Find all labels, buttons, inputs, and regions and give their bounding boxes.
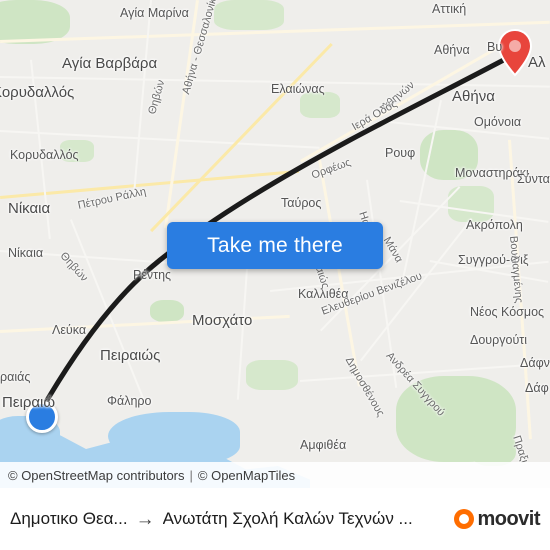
map-place-label: Ακρόπολη <box>466 218 523 232</box>
moovit-logo[interactable]: moovit <box>454 508 540 531</box>
destination-stop-label[interactable]: Ανωτάτη Σχολή Καλών Τεχνών ... <box>163 509 449 529</box>
map-place-label: Σύνταγ <box>517 172 550 186</box>
map-place-label: Νίκαια <box>8 246 44 260</box>
map-place-label: Ταύρος <box>281 196 322 210</box>
map-road-label: Θηβών <box>146 78 168 116</box>
map-place-label: Ελαιώνας <box>271 82 325 96</box>
map-place-label: Φάληρο <box>107 394 152 408</box>
attribution-bar: © OpenStreetMap contributors | © OpenMap… <box>0 462 550 488</box>
road-line <box>0 130 320 149</box>
map-place-label: Πειραιώ <box>2 394 56 411</box>
map-road-label: Βουλιαγμένης <box>507 235 525 304</box>
map-place-label: Βυ <box>487 40 503 54</box>
map-place-label: Δάφ <box>525 381 549 395</box>
park-area <box>214 0 284 30</box>
map-place-label: Ρέντης <box>133 268 172 282</box>
moovit-dot-icon <box>454 509 475 529</box>
bottom-bar: Δημοτικο Θεα... → Ανωτάτη Σχολή Καλών Τε… <box>0 488 550 550</box>
map-road-label: Πραξι <box>510 434 531 465</box>
map-place-label: Ομόνοια <box>474 115 522 129</box>
openmaptiles-attribution-link[interactable]: © OpenMapTiles <box>198 468 295 483</box>
map-road-label: Ιερά Οδός <box>350 97 400 134</box>
map-place-label: Λεύκα <box>52 323 87 337</box>
map-place-label: Αθήνα <box>452 88 495 105</box>
map-place-label: Αλ <box>528 54 546 71</box>
osm-attribution-link[interactable]: © OpenStreetMap contributors <box>8 468 185 483</box>
map-road-label: Δημοσθένους <box>342 355 387 419</box>
map-place-label: Νέος Κόσμος <box>470 305 545 319</box>
origin-stop-label[interactable]: Δημοτικο Θεα... <box>10 509 128 529</box>
map-place-label: Νίκαια <box>8 200 51 217</box>
take-me-there-button[interactable]: Take me there <box>167 222 383 269</box>
map-place-label: Αθήνα <box>434 43 470 57</box>
map-place-label: ραιάς <box>0 370 31 384</box>
map-road-label: Μάνα <box>380 235 405 265</box>
map-canvas[interactable]: Αγία Μαρίνα Αττική Αγία Βαρβάρα Αθήνα Βυ Αλ Κο… <box>0 0 550 550</box>
map-place-label: Μοσχάτο <box>192 312 253 329</box>
map-place-label: Κορυδαλλός <box>0 84 75 101</box>
map-place-label: Δάφν <box>520 356 550 370</box>
map-place-label: Δουργούτι <box>470 333 528 347</box>
moovit-wordmark: moovit <box>477 507 540 530</box>
map-place-label: Ρουφ <box>385 146 416 160</box>
map-place-label: Αττική <box>432 2 467 16</box>
map-place-label: Πειραιώς <box>100 347 161 364</box>
map-place-label: Αμφιθέα <box>300 438 347 452</box>
map-place-label: Κορυδαλλός <box>10 148 79 162</box>
map-road-label: Ορφέως <box>309 156 353 182</box>
map-place-label: Αγία Βαρβάρα <box>62 55 158 72</box>
park-area <box>150 300 184 322</box>
park-area <box>246 360 298 390</box>
road-line <box>70 219 147 406</box>
attribution-separator: | <box>189 467 193 483</box>
arrow-right-icon: → <box>135 508 155 530</box>
map-screen: Αγία Μαρίνα Αττική Αγία Βαρβάρα Αθήνα Βυ Αλ Κο… <box>0 0 550 550</box>
take-me-there-label: Take me there <box>207 233 343 257</box>
map-place-label: Αγία Μαρίνα <box>120 6 189 20</box>
